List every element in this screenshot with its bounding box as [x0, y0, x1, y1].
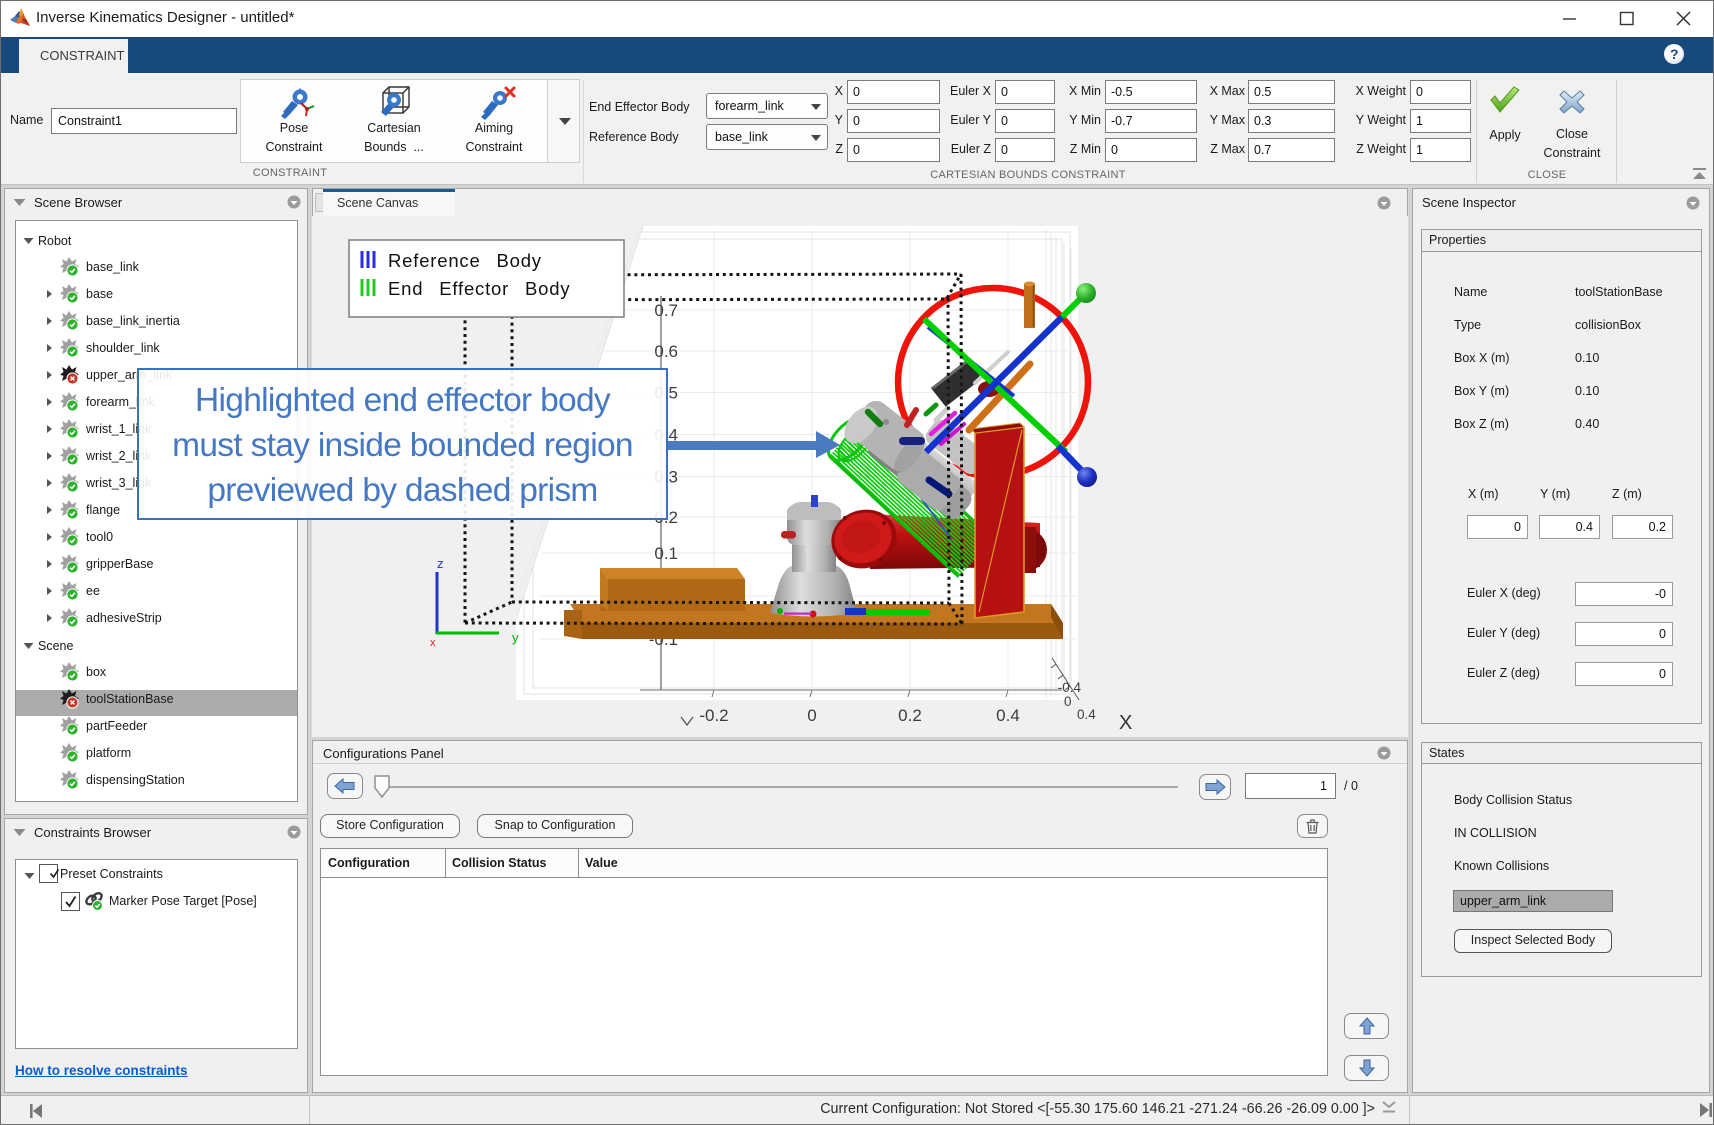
svg-text:X: X: [1119, 712, 1132, 734]
svg-text:-0.4: -0.4: [1058, 680, 1082, 695]
svg-text:Reference Body: Reference Body: [388, 250, 542, 271]
svg-text:0: 0: [807, 706, 816, 725]
svg-text:0: 0: [1064, 694, 1072, 709]
svg-text:0.2: 0.2: [898, 706, 922, 725]
svg-text:0.4: 0.4: [996, 706, 1020, 725]
svg-text:0.4: 0.4: [1077, 707, 1096, 722]
svg-text:x: x: [430, 637, 436, 649]
svg-text:0.1: 0.1: [654, 544, 678, 563]
svg-text:0.7: 0.7: [654, 301, 678, 320]
svg-text:End Effector Body: End Effector Body: [388, 278, 570, 299]
svg-text:0.6: 0.6: [654, 342, 678, 361]
svg-text:-0.2: -0.2: [699, 706, 728, 725]
svg-text:z: z: [437, 556, 444, 571]
svg-text:y: y: [512, 630, 519, 645]
